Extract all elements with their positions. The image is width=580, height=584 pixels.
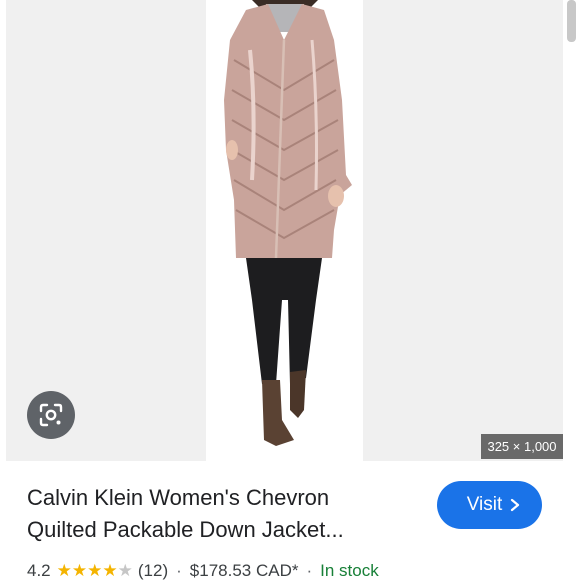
star-icon: ★ (56, 561, 72, 580)
separator: · (306, 561, 313, 580)
review-count: (12) (137, 561, 169, 580)
star-empty-icon: ★ (117, 561, 133, 580)
product-title-line-1: Calvin Klein Women's Chevron (27, 485, 330, 510)
separator: · (176, 561, 182, 580)
chevron-right-icon (511, 498, 520, 512)
rating-stars: ★★★★★ (57, 561, 133, 581)
availability-status: In stock (320, 561, 379, 580)
star-icon: ★ (71, 561, 88, 580)
product-title[interactable]: Calvin Klein Women's Chevron Quilted Pac… (27, 482, 417, 546)
visit-label: Visit (466, 494, 503, 515)
google-lens-icon (39, 403, 63, 427)
product-title-line-2: Quilted Packable Down Jacket... (27, 517, 344, 542)
image-preview[interactable]: 325 × 1,000 (0, 0, 580, 461)
price: $178.53 CAD* (189, 561, 299, 580)
image-backdrop-left (6, 0, 206, 461)
image-backdrop-right (363, 0, 563, 461)
image-dimensions-badge: 325 × 1,000 (481, 434, 563, 459)
scrollbar-thumb[interactable] (567, 0, 576, 42)
star-icon: ★ (87, 561, 103, 580)
star-icon: ★ (102, 561, 118, 580)
product-meta-row: 4.2 ★★★★★ (12) · $178.53 CAD* · In stock (27, 558, 379, 584)
rating-value: 4.2 (27, 561, 51, 580)
product-photo[interactable] (206, 0, 363, 461)
google-lens-button[interactable] (27, 391, 75, 439)
visit-button[interactable]: Visit (437, 481, 542, 529)
